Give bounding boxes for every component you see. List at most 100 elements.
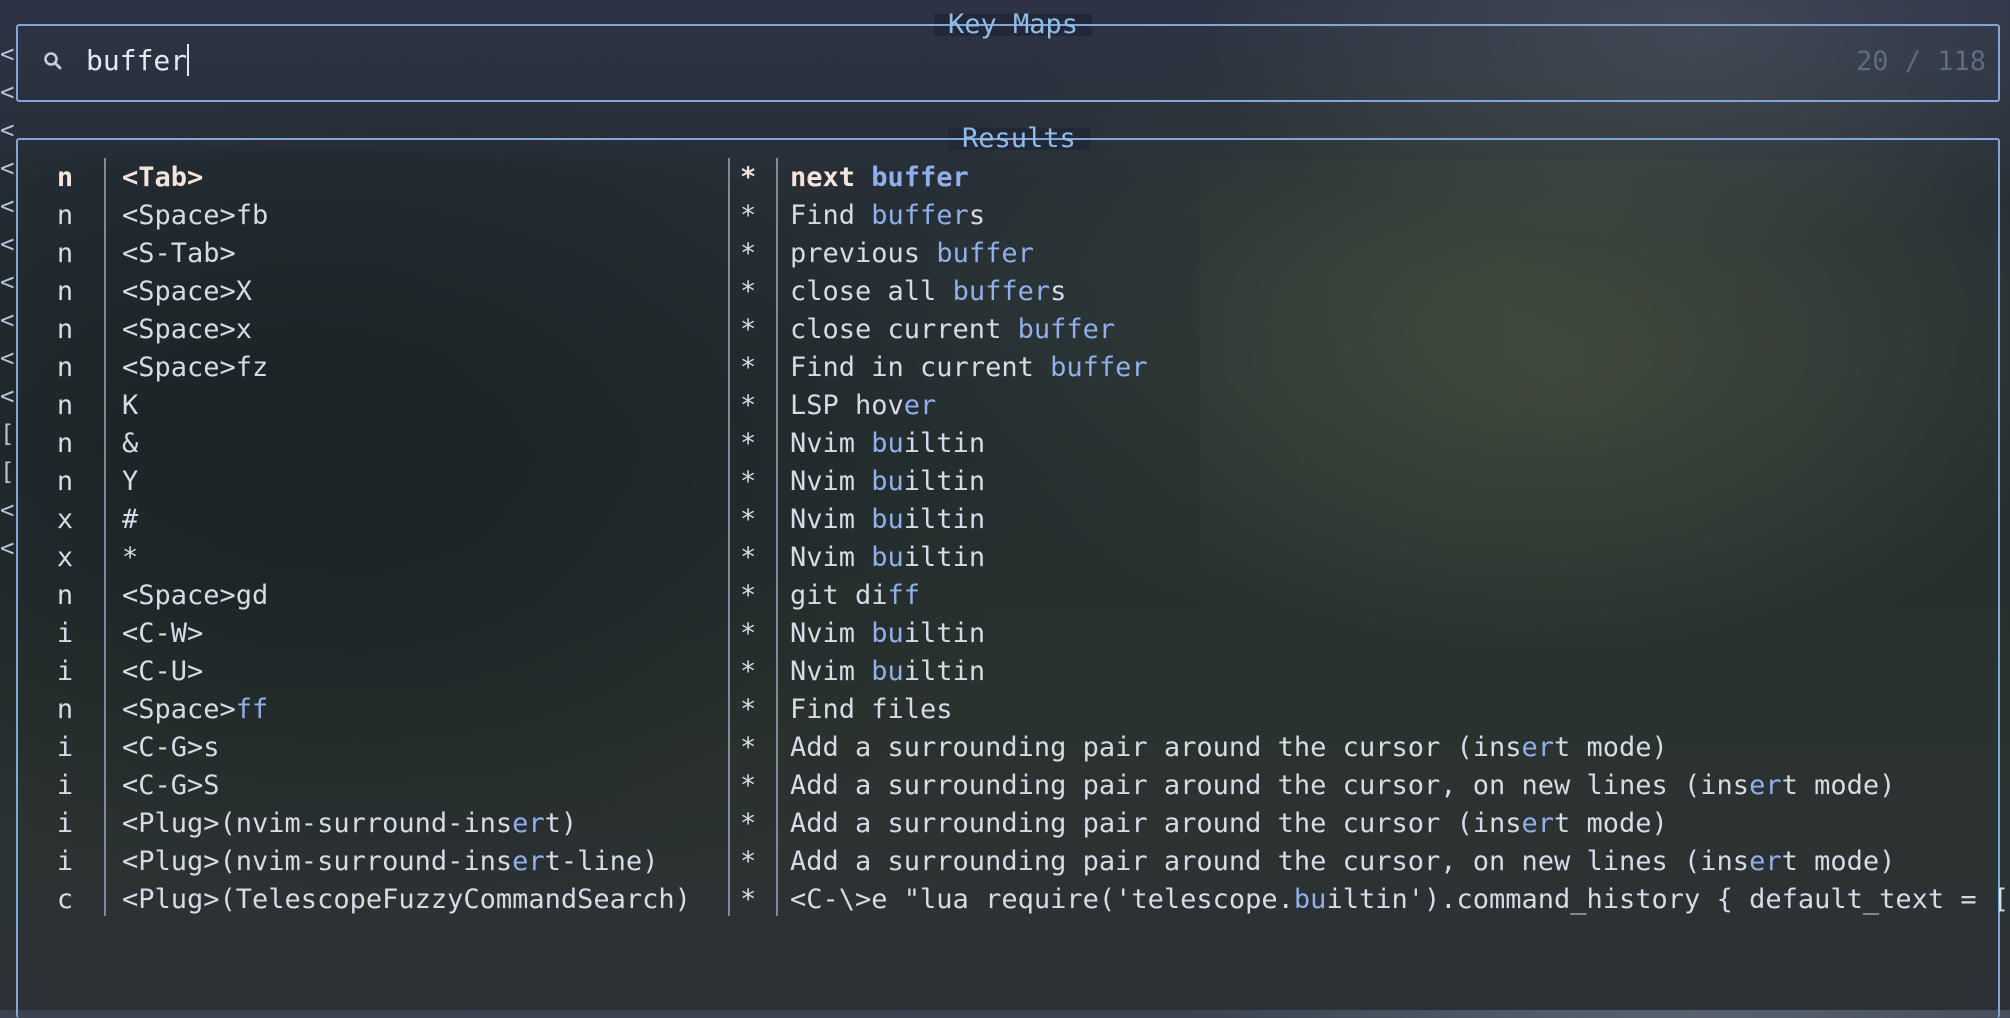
editor-gutter: < < < < < < < < < < [[< < [0, 0, 14, 1010]
text-segment: Add a surrounding pair around the cursor… [790, 808, 1522, 839]
text-segment: Nvim [790, 466, 872, 497]
keymap-lhs: <Space>x [122, 314, 253, 345]
keymap-lhs: <C-U> [122, 656, 204, 687]
match-highlight: bu [871, 428, 904, 459]
match-highlight: ff [235, 694, 269, 725]
result-row[interactable]: n <Space>gd * git diff [18, 577, 1998, 615]
gutter-mark: < [0, 192, 15, 220]
keymap-lhs: <Space>gd [122, 580, 269, 611]
result-row[interactable]: c <Plug>(TelescopeFuzzyCommandSearch) * <C-… [18, 881, 2009, 919]
result-row[interactable]: n <Space>x * close current buffer [18, 311, 1998, 349]
text-segment: Nvim [790, 542, 872, 573]
text-segment: <Space> [122, 694, 236, 725]
text-segment: iltin [903, 428, 986, 459]
keymap-description: Add a surrounding pair around the cursor… [790, 767, 1895, 805]
result-row[interactable]: n <Space>ff * Find files [18, 691, 1998, 729]
keymap-lhs: & [122, 428, 139, 459]
result-row[interactable]: n <S-Tab> * previous buffer [18, 235, 1998, 273]
result-row[interactable]: n <Space>fz * Find in current buffer [18, 349, 1998, 387]
keymap-lhs: <Plug>(TelescopeFuzzyCommandSearch) [122, 884, 691, 915]
match-highlight: buffer [871, 162, 969, 193]
gutter-mark: < [0, 382, 15, 410]
match-highlight: buffer [936, 238, 1034, 269]
text-segment: iltin [903, 466, 986, 497]
match-highlight: er [512, 808, 545, 839]
result-row[interactable]: i <C-G>s * Add a surrounding pair around th… [18, 729, 1998, 767]
keymap-description: close all buffers [790, 273, 1066, 311]
gutter-mark: < [0, 534, 15, 562]
match-highlight: er [1749, 770, 1782, 801]
result-row-selected[interactable]: n <Tab> * next buffer [18, 159, 1998, 197]
keymap-star: * [740, 542, 757, 573]
match-highlight: bu [871, 656, 904, 687]
text-segment: Find in current [790, 352, 1051, 383]
prompt-window: Key Maps buffer 20 / 118 [16, 10, 2000, 102]
result-row[interactable]: i <Plug>(nvim-surround-insert) * Add a surr… [18, 805, 1998, 843]
match-highlight: bu [871, 466, 904, 497]
result-row[interactable]: i <C-G>S * Add a surrounding pair around th… [18, 767, 1998, 805]
result-row[interactable]: n <Space>X * close all buffers [18, 273, 1998, 311]
gutter-mark: < [0, 78, 15, 106]
keymap-lhs: <Tab> [122, 162, 204, 193]
keymap-lhs: Y [122, 466, 139, 497]
keymap-star: * [740, 694, 757, 725]
keymap-lhs: <Plug>(nvim-surround-insert-line) [122, 843, 658, 881]
result-row[interactable]: n & * Nvim builtin [18, 425, 1998, 463]
result-row[interactable]: i <C-W> * Nvim builtin [18, 615, 1998, 653]
text-segment: Nvim [790, 504, 872, 535]
gutter-mark: < [0, 268, 15, 296]
text-segment: Nvim [790, 656, 872, 687]
keymap-star: * [740, 314, 757, 345]
results-window: Results n <Tab> * next buffer n <Space>fb * Fin… [16, 124, 2009, 1018]
keymap-description: <C-\>e "lua require('telescope.builtin')… [790, 881, 2009, 919]
results-list: n <Tab> * next buffer n <Space>fb * Find buffer… [18, 159, 2009, 919]
result-row[interactable]: i <C-U> * Nvim builtin [18, 653, 1998, 691]
keymap-star: * [740, 618, 757, 649]
keymap-star: * [740, 846, 757, 877]
gutter-mark: < [0, 230, 15, 258]
keymap-star: * [740, 390, 757, 421]
result-row[interactable]: n K * LSP hover [18, 387, 1998, 425]
result-row[interactable]: x # * Nvim builtin [18, 501, 1998, 539]
keymap-mode: n [56, 314, 74, 345]
text-segment: iltin [903, 542, 986, 573]
keymap-description: Nvim builtin [790, 615, 985, 653]
prompt-title: Key Maps [934, 10, 1093, 40]
result-row[interactable]: n <Space>fb * Find buffers [18, 197, 1998, 235]
match-highlight: bu [871, 542, 904, 573]
keymap-mode: n [56, 580, 74, 611]
result-count: 20 / 118 [1855, 46, 1986, 77]
match-highlight: bu [871, 504, 904, 535]
keymap-star: * [740, 504, 757, 535]
result-row[interactable]: i <Plug>(nvim-surround-insert-line) * Add a… [18, 843, 1998, 881]
text-segment: <Plug>(nvim-surround-ins [122, 846, 513, 877]
keymap-lhs: <Space>fz [122, 352, 269, 383]
text-segment: s [1050, 276, 1067, 307]
text-segment: iltin').command_history { default_text =… [1326, 884, 2010, 915]
keymap-mode: i [56, 808, 74, 839]
text-segment: git di [790, 580, 888, 611]
text-segment: iltin [903, 504, 986, 535]
match-highlight: bu [871, 618, 904, 649]
result-row[interactable]: n Y * Nvim builtin [18, 463, 1998, 501]
keymap-mode: n [56, 276, 74, 307]
keymap-star: * [740, 732, 757, 763]
match-highlight: buffer [871, 200, 969, 231]
text-segment: next [790, 162, 872, 193]
result-row[interactable]: x * * Nvim builtin [18, 539, 1998, 577]
keymap-star: * [740, 276, 757, 307]
keymap-description: close current buffer [790, 311, 1115, 349]
keymap-description: LSP hover [790, 387, 936, 425]
text-segment: close current [790, 314, 1018, 345]
keymap-description: git diff [790, 577, 920, 615]
keymap-mode: i [56, 618, 74, 649]
keymap-mode: n [56, 390, 74, 421]
text-segment: <Plug>(nvim-surround-ins [122, 808, 513, 839]
keymap-star: * [740, 656, 757, 687]
match-highlight: er [1521, 732, 1555, 763]
keymap-mode: i [56, 732, 74, 763]
search-icon [44, 52, 62, 70]
keymap-mode: i [56, 770, 74, 801]
search-input[interactable]: buffer [86, 44, 190, 78]
text-segment: Nvim [790, 428, 872, 459]
